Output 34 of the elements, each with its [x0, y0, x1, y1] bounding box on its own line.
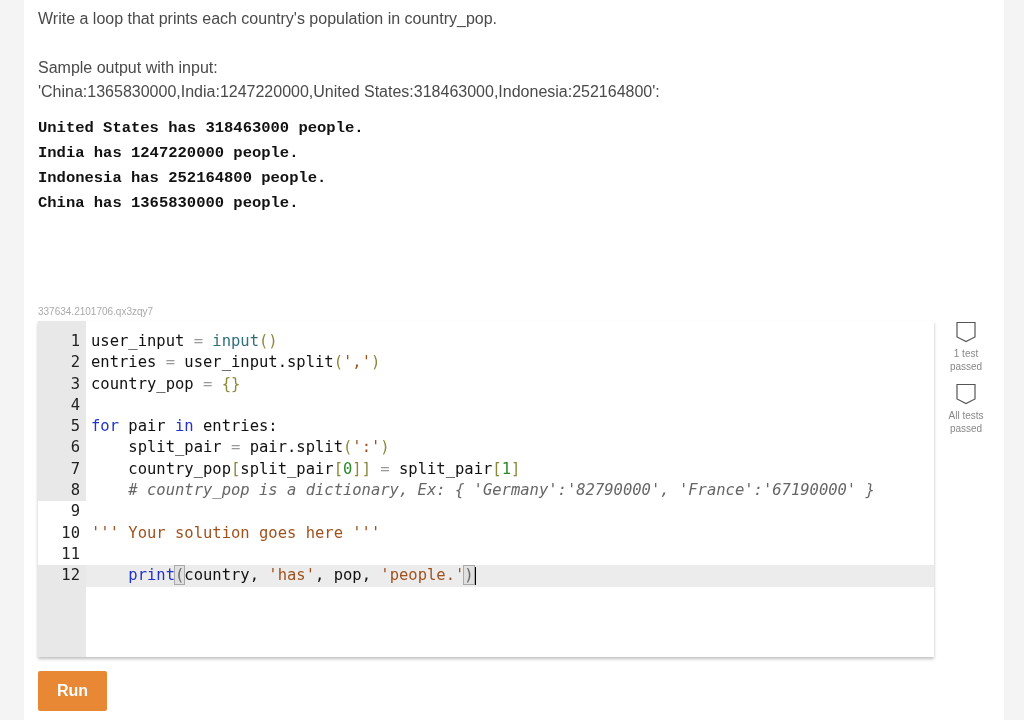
code-line: ''' Your solution goes here ''': [90, 522, 381, 544]
code-line: split_pair = pair.split(':'): [127, 437, 390, 459]
test-status-label: All tests passed: [947, 409, 985, 435]
code-line: # country_pop is a dictionary, Ex: { 'Germany':'82790000', 'France':'67190000' }: [127, 480, 875, 502]
code-line: print(country, 'has', pop, 'people.'): [127, 565, 476, 587]
sample-output-line: India has 1247220000 people.: [38, 143, 299, 164]
sample-output-line: United States has 318463000 people.: [38, 118, 364, 139]
sample-output-line: China has 1365830000 people.: [38, 193, 299, 214]
run-button[interactable]: Run: [38, 671, 107, 711]
code-line: for pair in entries:: [90, 416, 278, 438]
line-number: 12: [38, 565, 86, 587]
code-line: country_pop[split_pair[0]] = split_pair[1]: [127, 458, 521, 480]
line-number: 8: [38, 480, 86, 502]
code-line: entries = user_input.split(','): [90, 352, 381, 374]
sample-input-text: 'China:1365830000,India:1247220000,United States:318463000,Indonesia:252164800':: [38, 83, 660, 100]
instruction-text: Write a loop that prints each country's population in country_pop.: [38, 9, 499, 29]
line-number: 9: [69, 501, 81, 523]
sample-label: Sample output with input:: [38, 59, 218, 76]
line-number: 2: [38, 352, 86, 374]
gutter-background: [38, 321, 86, 331]
line-number: 1: [38, 331, 86, 353]
sample-output-line: Indonesia has 252164800 people.: [38, 168, 327, 189]
code-editor[interactable]: [38, 321, 934, 657]
line-number: 3: [38, 373, 86, 395]
line-number: 4: [38, 394, 86, 417]
line-number: 7: [38, 458, 86, 481]
line-number: 5: [38, 416, 86, 438]
code-line: country_pop = {}: [90, 373, 241, 395]
test-status-label: 1 test passed: [948, 347, 984, 373]
line-number: 10: [60, 522, 81, 544]
code-line: user_input = input(): [90, 331, 278, 352]
line-number: 6: [38, 437, 86, 459]
challenge-id: 337634.2101706.qx3zqy7: [38, 306, 154, 317]
line-number: 11: [60, 543, 81, 565]
